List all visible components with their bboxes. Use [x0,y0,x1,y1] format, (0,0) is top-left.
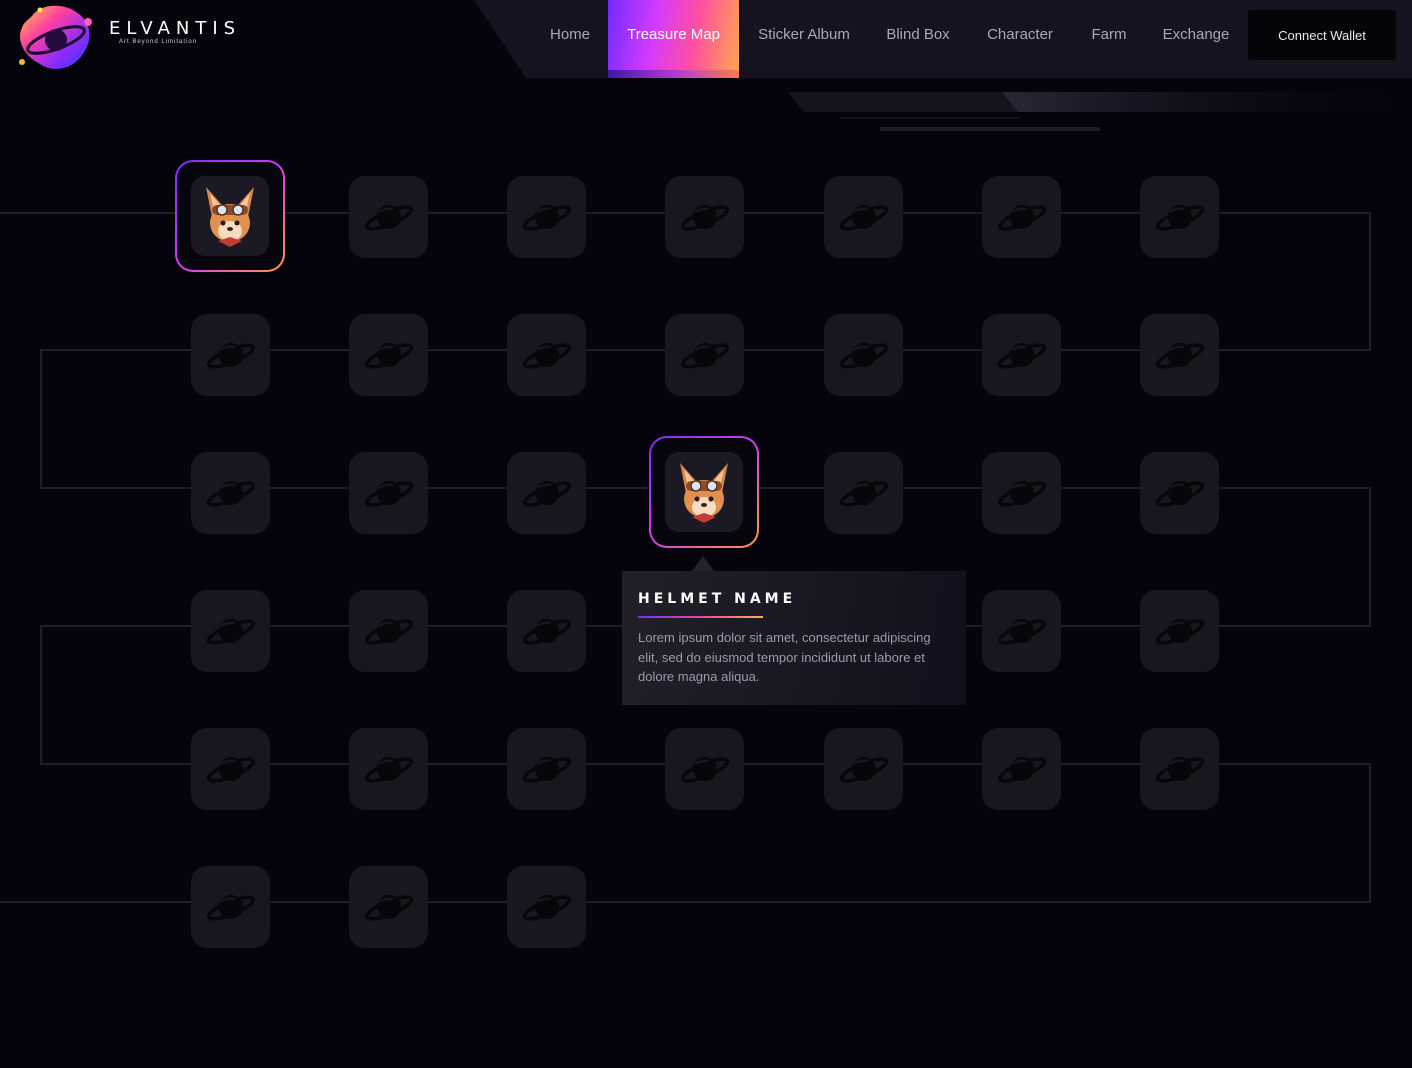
map-tile-locked[interactable] [982,452,1061,534]
planet-icon [206,343,255,369]
brand-tagline: Art Beyond Limitation [119,39,198,45]
planet-icon [522,619,571,645]
map-tile-locked[interactable] [349,866,428,948]
map-tile-locked[interactable] [824,314,903,396]
planet-icon [997,757,1046,783]
planet-icon [364,895,413,921]
map-tile-locked[interactable] [1140,176,1219,258]
map-tile-locked[interactable] [1140,728,1219,810]
tile-frame [651,438,757,546]
map-tile-locked[interactable] [1140,314,1219,396]
planet-icon [206,895,255,921]
planet-icon [364,481,413,507]
tooltip-title: HELMET NAME [638,591,797,607]
planet-icon [997,619,1046,645]
map-tile-locked[interactable] [507,314,586,396]
map-tile-locked[interactable] [507,452,586,534]
planet-icon [206,619,255,645]
brand-logo[interactable]: ELVANTIS Art Beyond Limitation [12,0,235,78]
map-tile-locked[interactable] [665,314,744,396]
map-tile-locked[interactable] [349,728,428,810]
fox-helmet-icon [665,452,743,532]
map-tile-locked[interactable] [507,590,586,672]
tooltip-pointer [692,556,714,571]
planet-icon [997,205,1046,231]
nav-farm[interactable]: Farm [1082,0,1136,78]
map-tile-locked[interactable] [191,590,270,672]
map-tile-locked[interactable] [349,452,428,534]
map-tile-locked[interactable] [349,314,428,396]
planet-icon [364,757,413,783]
map-tile-unlocked[interactable] [649,436,759,548]
planet-blob-logo-icon [19,5,92,69]
fox-helmet-icon [191,176,269,256]
tooltip-description: Lorem ipsum dolor sit amet, consectetur … [638,630,931,684]
nav-blind-box[interactable]: Blind Box [876,0,960,78]
planet-icon [522,481,571,507]
planet-icon [1155,481,1204,507]
map-tile-locked[interactable] [191,728,270,810]
planet-icon [839,481,888,507]
map-tile-locked[interactable] [665,728,744,810]
planet-icon [1155,205,1204,231]
map-tile-locked[interactable] [824,452,903,534]
nav-sticker-album[interactable]: Sticker Album [746,0,862,78]
brand-name: ELVANTIS [109,18,242,39]
map-tile-locked[interactable] [1140,452,1219,534]
map-tile-locked[interactable] [824,728,903,810]
map-tile-locked[interactable] [507,866,586,948]
header-decoration [788,92,1412,131]
nav-character[interactable]: Character [974,0,1066,78]
map-tile-locked[interactable] [191,314,270,396]
nav-treasure-map[interactable]: Treasure Map [608,0,739,78]
tooltip-divider [638,616,763,618]
planet-icon [839,343,888,369]
map-tile-unlocked[interactable] [175,160,285,272]
planet-icon [522,205,571,231]
map-tile-locked[interactable] [665,176,744,258]
map-tile-locked[interactable] [349,590,428,672]
map-tile-locked[interactable] [982,176,1061,258]
map-tile-locked[interactable] [191,866,270,948]
planet-icon [680,757,729,783]
planet-icon [680,343,729,369]
planet-icon [997,343,1046,369]
planet-icon [522,757,571,783]
planet-icon [1155,343,1204,369]
map-tile-locked[interactable] [982,314,1061,396]
planet-icon [839,757,888,783]
planet-icon [839,205,888,231]
planet-icon [364,343,413,369]
map-tile-locked[interactable] [1140,590,1219,672]
planet-icon [1155,619,1204,645]
map-tile-locked[interactable] [824,176,903,258]
planet-icon [206,757,255,783]
map-tile-locked[interactable] [982,590,1061,672]
map-tile-locked[interactable] [507,728,586,810]
tile-frame [177,162,283,270]
nav-home[interactable]: Home [536,0,604,78]
planet-icon [522,895,571,921]
planet-icon [1155,757,1204,783]
map-tile-locked[interactable] [982,728,1061,810]
planet-icon [680,205,729,231]
planet-icon [522,343,571,369]
planet-icon [997,481,1046,507]
helmet-tooltip: HELMET NAME Lorem ipsum dolor sit amet, … [622,571,966,705]
connect-wallet-button[interactable]: Connect Wallet [1248,10,1396,60]
map-tile-locked[interactable] [191,452,270,534]
planet-icon [206,481,255,507]
planet-icon [364,205,413,231]
nav-exchange[interactable]: Exchange [1152,0,1240,78]
planet-icon [364,619,413,645]
map-tile-locked[interactable] [349,176,428,258]
map-tile-locked[interactable] [507,176,586,258]
